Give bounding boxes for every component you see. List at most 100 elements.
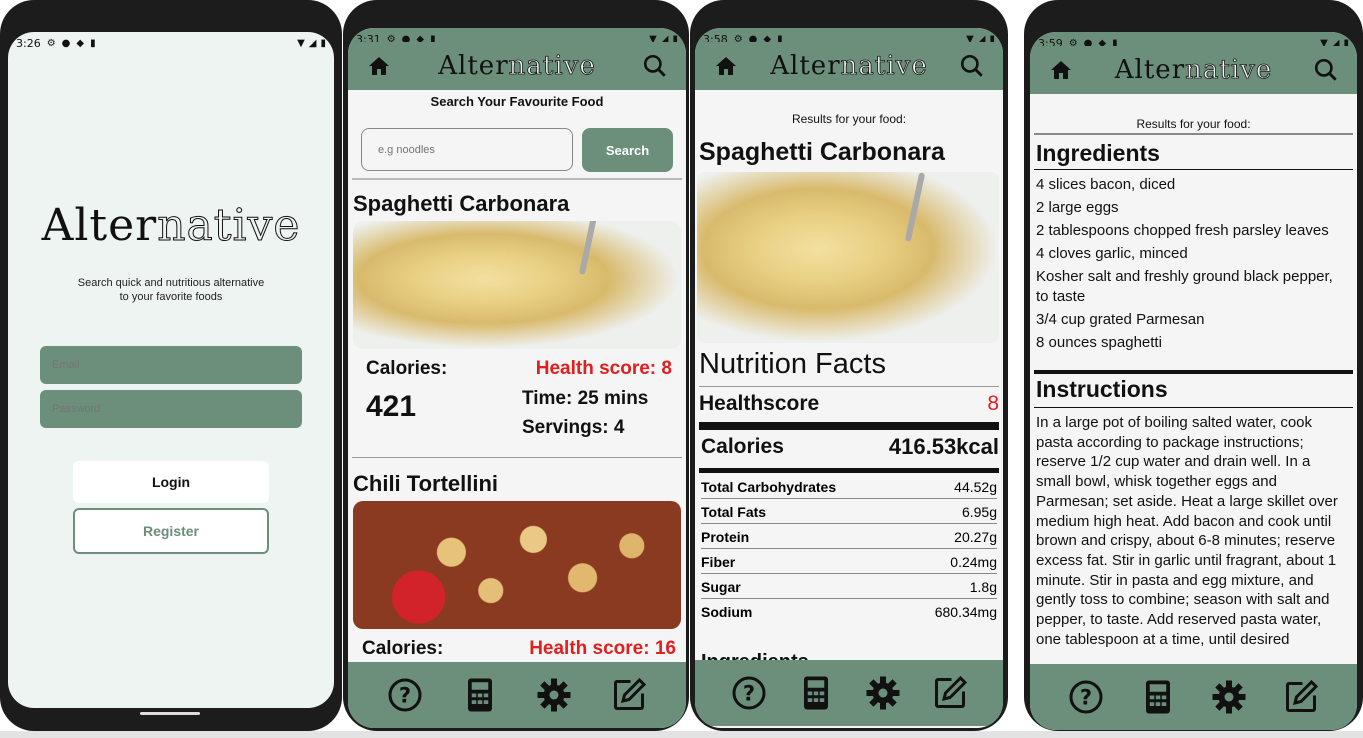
result-title[interactable]: Spaghetti Carbonara <box>353 191 569 217</box>
search-icon[interactable] <box>959 53 985 79</box>
recipe-title: Spaghetti Carbonara <box>699 138 945 166</box>
ingredient-item: 2 large eggs <box>1036 199 1119 216</box>
calculator-icon[interactable] <box>460 675 500 715</box>
nutrition-heading: Nutrition Facts <box>699 348 886 380</box>
search-button[interactable]: Search <box>582 128 673 172</box>
calculator-icon[interactable] <box>796 673 836 713</box>
app-bar: Alternative <box>695 42 1003 90</box>
settings-icon[interactable] <box>534 675 574 715</box>
bottom-nav: ? <box>348 662 686 728</box>
home-icon[interactable] <box>1048 58 1074 82</box>
settings-icon[interactable] <box>863 673 903 713</box>
calories-label: Calories: <box>366 358 448 379</box>
email-field[interactable] <box>40 346 302 384</box>
help-icon[interactable]: ? <box>385 675 425 715</box>
search-icon[interactable] <box>1313 57 1339 83</box>
login-screen: 3:26 ⚙ ● ◆ ▮ ▼ ◢ ▮ Alternative Search qu… <box>8 32 334 708</box>
clipboard-icon: ▮ <box>90 37 96 49</box>
edit-icon[interactable] <box>1281 677 1321 717</box>
logo-outline-text: native <box>157 200 301 252</box>
home-icon[interactable] <box>366 54 392 78</box>
password-field[interactable] <box>40 390 302 428</box>
ingredient-item: 2 tablespoons chopped fresh parsley leav… <box>1036 222 1329 239</box>
nutrient-label: Fiber <box>701 554 736 570</box>
divider <box>352 457 682 458</box>
nutrient-label: Sodium <box>701 604 753 620</box>
nutrient-label: Total Carbohydrates <box>701 479 837 495</box>
calories-row: Calories 416.53kcal <box>701 434 999 460</box>
ingredient-item: Kosher salt and freshly ground black pep… <box>1036 268 1333 305</box>
thick-divider <box>1034 370 1353 374</box>
thick-divider <box>699 422 999 430</box>
wifi-icon: ▼ <box>297 37 305 49</box>
result-image[interactable] <box>353 501 681 629</box>
health-score: Health score: 8 <box>535 358 672 379</box>
time-value: Time: 25 mins <box>522 388 649 409</box>
app-logo: Alternative <box>1114 55 1273 86</box>
calories-value: 421 <box>366 390 417 423</box>
phone-search: 3:31 ⚙ ● ◆ ▮ ▼ ◢ ▮ Alternative Search Yo… <box>343 0 689 731</box>
instructions-heading: Instructions <box>1036 376 1168 402</box>
nutrient-row: Sodium 680.34mg <box>701 599 997 623</box>
recipe-image <box>697 172 999 343</box>
phone-login: 3:26 ⚙ ● ◆ ▮ ▼ ◢ ▮ Alternative Search qu… <box>0 0 342 731</box>
tagline: Search quick and nutritious alternative … <box>77 277 265 303</box>
ingredient-item: 8 ounces spaghetti <box>1036 334 1162 351</box>
search-input[interactable] <box>361 128 573 171</box>
nutrition-table: Total Carbohydrates 44.52g Total Fats 6.95… <box>701 474 997 623</box>
divider <box>1034 169 1353 170</box>
recipe-screen: 3:59 ⚙ ● ◆ ▮ ▼ ◢ ▮ Alternative Results f… <box>1030 32 1357 730</box>
bottom-nav: ? <box>1030 664 1357 730</box>
result-title[interactable]: Chili Tortellini <box>353 471 498 497</box>
nutrient-value: 1.8g <box>969 579 997 595</box>
android-icon: ● <box>61 37 71 49</box>
signal-icon: ◢ <box>308 37 317 49</box>
search-icon[interactable] <box>642 53 668 79</box>
home-icon[interactable] <box>713 54 739 78</box>
nutrient-value: 0.24mg <box>950 554 997 570</box>
status-bar: 3:26 ⚙ ● ◆ ▮ ▼ ◢ ▮ <box>8 32 334 54</box>
divider <box>1034 407 1353 408</box>
servings-value: Servings: 4 <box>522 417 625 438</box>
register-button[interactable]: Register <box>73 508 269 554</box>
help-icon[interactable]: ? <box>729 673 769 713</box>
divider <box>699 386 999 387</box>
calories-label: Calories: <box>362 638 444 659</box>
nutrient-row: Total Fats 6.95g <box>701 499 997 524</box>
results-label: Results for your food: <box>791 112 907 126</box>
phone-recipe: 3:59 ⚙ ● ◆ ▮ ▼ ◢ ▮ Alternative Results f… <box>1024 0 1363 731</box>
svg-text:?: ? <box>399 684 411 708</box>
search-heading: Search Your Favourite Food <box>430 94 604 109</box>
divider <box>352 178 682 180</box>
ingredients-list: 4 slices bacon, diced 2 large eggs 2 tab… <box>1036 175 1333 353</box>
phone-nutrition: 3:58 ⚙ ● ◆ ▮ ▼ ◢ ▮ Alternative Results f… <box>690 0 1008 731</box>
instructions-text: In a large pot of boiling salted water, … <box>1036 414 1338 648</box>
help-icon[interactable]: ? <box>1066 677 1106 717</box>
nutrient-row: Total Carbohydrates 44.52g <box>701 474 997 499</box>
result-image[interactable] <box>353 221 681 349</box>
settings-icon[interactable] <box>1209 677 1249 717</box>
results-label: Results for your food: <box>1136 117 1251 131</box>
fork-graphic <box>904 172 926 242</box>
edit-icon[interactable] <box>930 673 970 713</box>
bottom-nav: ? <box>695 660 1003 726</box>
app-logo: Alternative <box>438 51 596 82</box>
edit-icon[interactable] <box>609 675 649 715</box>
battery-icon: ▮ <box>320 37 326 49</box>
nutrient-value: 44.52g <box>954 479 997 495</box>
nutrient-value: 680.34mg <box>934 604 997 620</box>
nutrient-row: Protein 20.27g <box>701 524 997 549</box>
ingredient-item: 4 cloves garlic, minced <box>1036 245 1188 262</box>
nutrition-screen: 3:58 ⚙ ● ◆ ▮ ▼ ◢ ▮ Alternative Results f… <box>695 28 1003 728</box>
app-bar: Alternative <box>1030 46 1357 94</box>
shield-icon: ◆ <box>76 37 85 49</box>
status-time: 3:26 <box>16 36 41 50</box>
logo-solid-text: Alter <box>41 200 158 251</box>
calculator-icon[interactable] <box>1138 677 1178 717</box>
thick-divider <box>699 468 999 473</box>
app-bar: Alternative <box>348 42 686 90</box>
login-button[interactable]: Login <box>73 461 269 503</box>
app-logo: Alternative <box>770 51 928 82</box>
health-score: Health score: 16 <box>529 638 676 659</box>
healthscore-value: 8 <box>987 392 999 415</box>
